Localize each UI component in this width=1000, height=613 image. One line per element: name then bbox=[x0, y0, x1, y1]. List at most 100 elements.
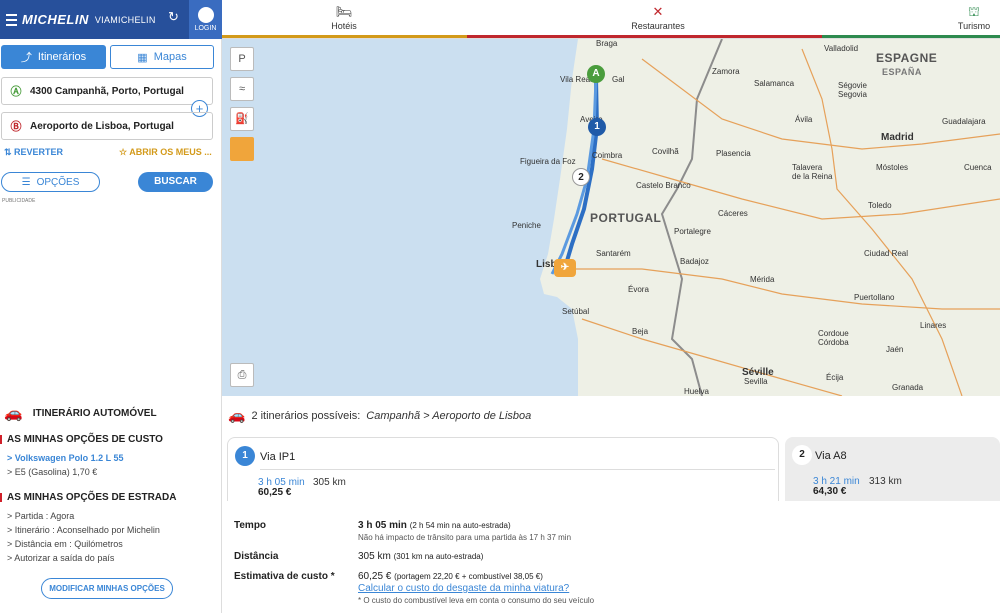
options-button[interactable]: ☰ OPÇÕES bbox=[1, 172, 100, 192]
map-country-pt: PORTUGAL bbox=[590, 211, 662, 225]
results-header: 🚗 2 itinerários possíveis: Campanhã > Ae… bbox=[228, 407, 531, 424]
tab-maps[interactable]: ▦ Mapas bbox=[110, 45, 214, 69]
layer-control[interactable] bbox=[230, 137, 254, 161]
map-city-figueira: Figueira da Foz bbox=[520, 157, 576, 166]
results-summary: 2 itinerários possíveis: bbox=[251, 409, 361, 422]
nav-hotels-label: Hotéis bbox=[331, 21, 357, 31]
map-city-jaen: Jaén bbox=[886, 345, 904, 354]
distance-value-main: 305 km bbox=[358, 551, 391, 562]
map-city-peniche: Peniche bbox=[512, 221, 541, 230]
fuel-control[interactable]: ⛽ bbox=[230, 107, 254, 131]
cost-value-extra: (portagem 22,20 € + combustível 38,05 €) bbox=[394, 572, 543, 581]
map-city-huelva: Huelva bbox=[684, 387, 709, 396]
route-icon: ⤴ bbox=[20, 52, 32, 64]
map-city-ecija: Écija bbox=[826, 373, 844, 382]
map-city-gal: Gal bbox=[612, 75, 625, 84]
map-city-toledo: Toledo bbox=[868, 201, 892, 210]
fuel-option[interactable]: > E5 (Gasolina) 1,70 € bbox=[7, 467, 97, 477]
destination-marker[interactable]: ✈ bbox=[554, 259, 576, 277]
map-city-granada: Granada bbox=[892, 383, 924, 392]
results-route: Campanhã > Aeroporto de Lisboa bbox=[366, 409, 532, 422]
route-card-1-divider bbox=[260, 469, 775, 470]
route-card-1-price: 60,25 € bbox=[258, 487, 292, 498]
road-option-departure[interactable]: > Partida : Agora bbox=[7, 511, 74, 521]
tab-itineraries-label: Itinerários bbox=[37, 51, 87, 63]
map-city-beja: Beja bbox=[632, 327, 649, 336]
destination-field[interactable]: Ⓑ Aeroporto de Lisboa, Portugal bbox=[1, 112, 213, 140]
route-card-2[interactable]: 2 Via A8 3 h 21 min 313 km 64,30 € bbox=[785, 437, 1000, 501]
car-option-value: Volkswagen Polo 1.2 L 55 bbox=[14, 453, 124, 463]
search-button[interactable]: BUSCAR bbox=[138, 172, 213, 192]
map-city-valladolid: Valladolid bbox=[824, 44, 859, 53]
route-card-2-title: Via A8 bbox=[815, 450, 847, 462]
road-option-units[interactable]: > Distância em : Quilómetros bbox=[7, 539, 123, 549]
itinerary-type-header: 🚗 ITINERÁRIO AUTOMÓVEL bbox=[0, 399, 221, 427]
distance-value: 305 km (301 km na auto-estrada) bbox=[358, 551, 483, 562]
road-options-title: AS MINHAS OPÇÕES DE ESTRADA bbox=[0, 492, 177, 503]
traffic-control[interactable]: ≈ bbox=[230, 77, 254, 101]
nav-tourism-label: Turismo bbox=[957, 21, 991, 31]
map-city-talavera: Talavera bbox=[792, 163, 823, 172]
map-city-segovie: Ségovie bbox=[838, 81, 867, 90]
menu-icon[interactable] bbox=[0, 0, 22, 39]
map-view[interactable]: P ≈ ⛽ ⎙ ESPAGNE ESPAÑA PORTUGAL Braga Vi… bbox=[222, 39, 1000, 396]
refresh-icon[interactable]: ↻ bbox=[168, 9, 179, 25]
app-header: MICHELIN VIAMICHELIN ↻ LOGIN bbox=[0, 0, 222, 39]
results-panel: 🚗 2 itinerários possíveis: Campanhã > Ae… bbox=[222, 396, 1000, 613]
cost-options-title: AS MINHAS OPÇÕES DE CUSTO bbox=[0, 434, 163, 445]
open-favorites-link[interactable]: ☆ ABRIR OS MEUS ... bbox=[119, 147, 212, 158]
fuel-cost-note: * O custo do combustível leva em conta o… bbox=[358, 596, 595, 605]
car-option-link[interactable]: > Volkswagen Polo 1.2 L 55 bbox=[7, 453, 123, 463]
distance-value-extra: (301 km na auto-estrada) bbox=[393, 552, 484, 561]
map-city-guadalajara: Guadalajara bbox=[942, 117, 986, 126]
route-card-1-number: 1 bbox=[235, 446, 255, 466]
time-label: Tempo bbox=[234, 520, 267, 531]
route-2-marker[interactable]: 2 bbox=[572, 168, 590, 186]
nav-hotels[interactable]: 🛏 Hotéis bbox=[322, 3, 366, 31]
time-value-extra: (2 h 54 min na auto-estrada) bbox=[409, 521, 511, 530]
destination-marker-icon: Ⓑ bbox=[10, 121, 22, 133]
logo[interactable]: MICHELIN VIAMICHELIN bbox=[22, 12, 156, 27]
start-marker[interactable]: A bbox=[587, 65, 605, 83]
tourism-accent-bar bbox=[822, 35, 1000, 38]
time-traffic-note: Não há impacto de trânsito para uma part… bbox=[358, 533, 572, 542]
map-country-es: ESPAGNE bbox=[876, 51, 938, 65]
origin-marker-icon: Ⓐ bbox=[10, 86, 22, 98]
map-city-cordoba: Córdoba bbox=[818, 338, 849, 347]
map-city-puertollano: Puertollano bbox=[854, 293, 895, 302]
parking-control[interactable]: P bbox=[230, 47, 254, 71]
login-button[interactable]: LOGIN bbox=[189, 0, 222, 39]
sliders-icon: ☰ bbox=[21, 176, 31, 188]
time-value: 3 h 05 min (2 h 54 min na auto-estrada) bbox=[358, 520, 511, 531]
itinerary-type-label: ITINERÁRIO AUTOMÓVEL bbox=[32, 407, 157, 419]
origin-field[interactable]: Ⓐ 4300 Campanhã, Porto, Portugal bbox=[1, 77, 213, 105]
map-city-sevilla: Sevilla bbox=[744, 377, 768, 386]
wear-cost-link[interactable]: Calcular o custo do desgaste da minha vi… bbox=[358, 583, 569, 594]
map-city-covilha: Covilhã bbox=[652, 147, 679, 156]
print-control[interactable]: ⎙ bbox=[230, 363, 254, 387]
logo-sub: VIAMICHELIN bbox=[94, 14, 156, 25]
map-city-zamora: Zamora bbox=[712, 67, 740, 76]
time-value-main: 3 h 05 min bbox=[358, 520, 407, 531]
route-1-marker[interactable]: 1 bbox=[588, 118, 606, 136]
map-city-braga: Braga bbox=[596, 39, 618, 48]
map-city-mostoles: Móstoles bbox=[876, 163, 909, 172]
options-label: OPÇÕES bbox=[36, 176, 80, 188]
distance-label: Distância bbox=[234, 551, 279, 562]
sidebar: ⤴ Itinerários ▦ Mapas Ⓐ 4300 Campanhã, P… bbox=[0, 39, 222, 613]
ad-area bbox=[0, 209, 221, 391]
road-option-border[interactable]: > Autorizar a saída do país bbox=[7, 553, 114, 563]
user-icon bbox=[197, 7, 214, 23]
reverse-link[interactable]: ⇅ REVERTER bbox=[4, 147, 63, 158]
tab-itineraries[interactable]: ⤴ Itinerários bbox=[1, 45, 106, 69]
road-option-route[interactable]: > Itinerário : Aconselhado por Michelin bbox=[7, 525, 160, 535]
nav-tourism[interactable]: ⛫ Turismo bbox=[954, 3, 994, 31]
map-city-ciudad-real: Ciudad Real bbox=[864, 249, 909, 258]
modify-options-button[interactable]: MODIFICAR MINHAS OPÇÕES bbox=[41, 578, 173, 599]
route-card-2-number: 2 bbox=[792, 445, 812, 465]
route-card-2-price: 64,30 € bbox=[813, 486, 847, 497]
route-card-1[interactable]: 1 Via IP1 3 h 05 min 305 km 60,25 € bbox=[227, 437, 779, 501]
nav-restaurants[interactable]: ✕ Restaurantes bbox=[628, 3, 688, 31]
cost-value: 60,25 € (portagem 22,20 € + combustível … bbox=[358, 571, 543, 582]
map-city-setubal: Setúbal bbox=[562, 307, 590, 316]
